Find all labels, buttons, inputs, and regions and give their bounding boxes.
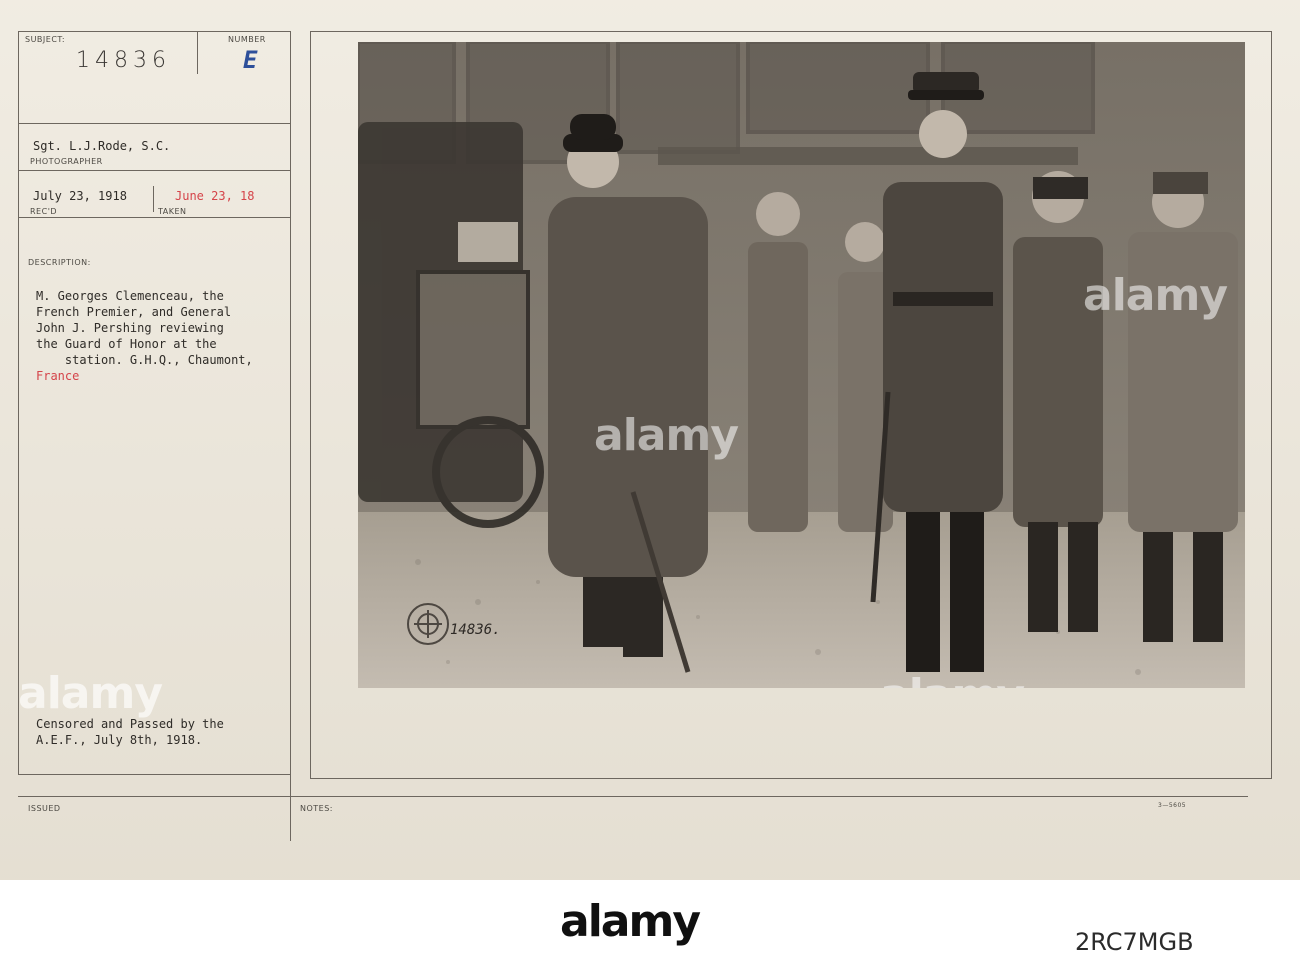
description-line: M. Georges Clemenceau, the: [36, 289, 224, 303]
photograph-illustration: [358, 42, 1245, 688]
taken-date: June 23, 18: [175, 189, 255, 203]
description-line-location: France: [36, 369, 80, 383]
stock-watermark-bar: alamy 2RC7MGB: [0, 880, 1300, 971]
subject-top-line: [18, 31, 290, 32]
description-text: M. Georges Clemenceau, the French Premie…: [36, 288, 288, 384]
issued-label: ISSUED: [28, 804, 61, 813]
image-id: 2RC7MGB: [1075, 928, 1194, 956]
number-value: E: [243, 46, 258, 74]
left-frame-left-border: [18, 31, 19, 774]
row-line-description: [18, 217, 290, 218]
notes-line: [290, 796, 1248, 797]
row-line-censor: [18, 774, 290, 775]
form-code: 3—5605: [1158, 802, 1187, 809]
subject-value: 14836: [76, 48, 171, 73]
description-line: the Guard of Honor at the: [36, 337, 217, 351]
watermark-brand: alamy: [880, 670, 1025, 688]
page: SUBJECT: NUMBER 14836 E Sgt. L.J.Rode, S…: [0, 0, 1300, 971]
censor-line: A.E.F., July 8th, 1918.: [36, 733, 203, 747]
row-line-dates: [18, 170, 290, 171]
watermark-brand: alamy: [18, 668, 163, 719]
historical-photograph: 14836. alamy alamy alamy: [358, 42, 1245, 688]
description-line: John J. Pershing reviewing: [36, 321, 224, 335]
number-divider: [197, 31, 198, 74]
row-line-photographer: [18, 123, 290, 124]
description-line: station. G.H.Q., Chaumont,: [36, 353, 253, 367]
recd-label: REC'D: [30, 207, 58, 216]
taken-label: TAKEN: [158, 207, 187, 216]
signal-corps-stamp: [407, 603, 449, 645]
brand-logo: alamy: [560, 896, 701, 947]
description-label: DESCRIPTION:: [28, 258, 91, 267]
photographer-label: PHOTOGRAPHER: [30, 157, 103, 166]
recd-date: July 23, 1918: [33, 189, 127, 203]
archival-record-card: SUBJECT: NUMBER 14836 E Sgt. L.J.Rode, S…: [0, 0, 1300, 880]
description-line: French Premier, and General: [36, 305, 232, 319]
censor-text: Censored and Passed by the A.E.F., July …: [36, 716, 288, 748]
photo-stamp-number: 14836.: [450, 622, 501, 638]
watermark-brand: alamy: [594, 410, 739, 461]
subject-label: SUBJECT:: [25, 35, 66, 44]
date-divider: [153, 186, 154, 212]
photographer-value: Sgt. L.J.Rode, S.C.: [33, 139, 171, 153]
watermark-brand: alamy: [1083, 270, 1228, 321]
notes-label: NOTES:: [300, 804, 333, 813]
number-label: NUMBER: [228, 35, 266, 44]
left-column-divider: [290, 31, 291, 841]
issued-line: [18, 796, 290, 797]
